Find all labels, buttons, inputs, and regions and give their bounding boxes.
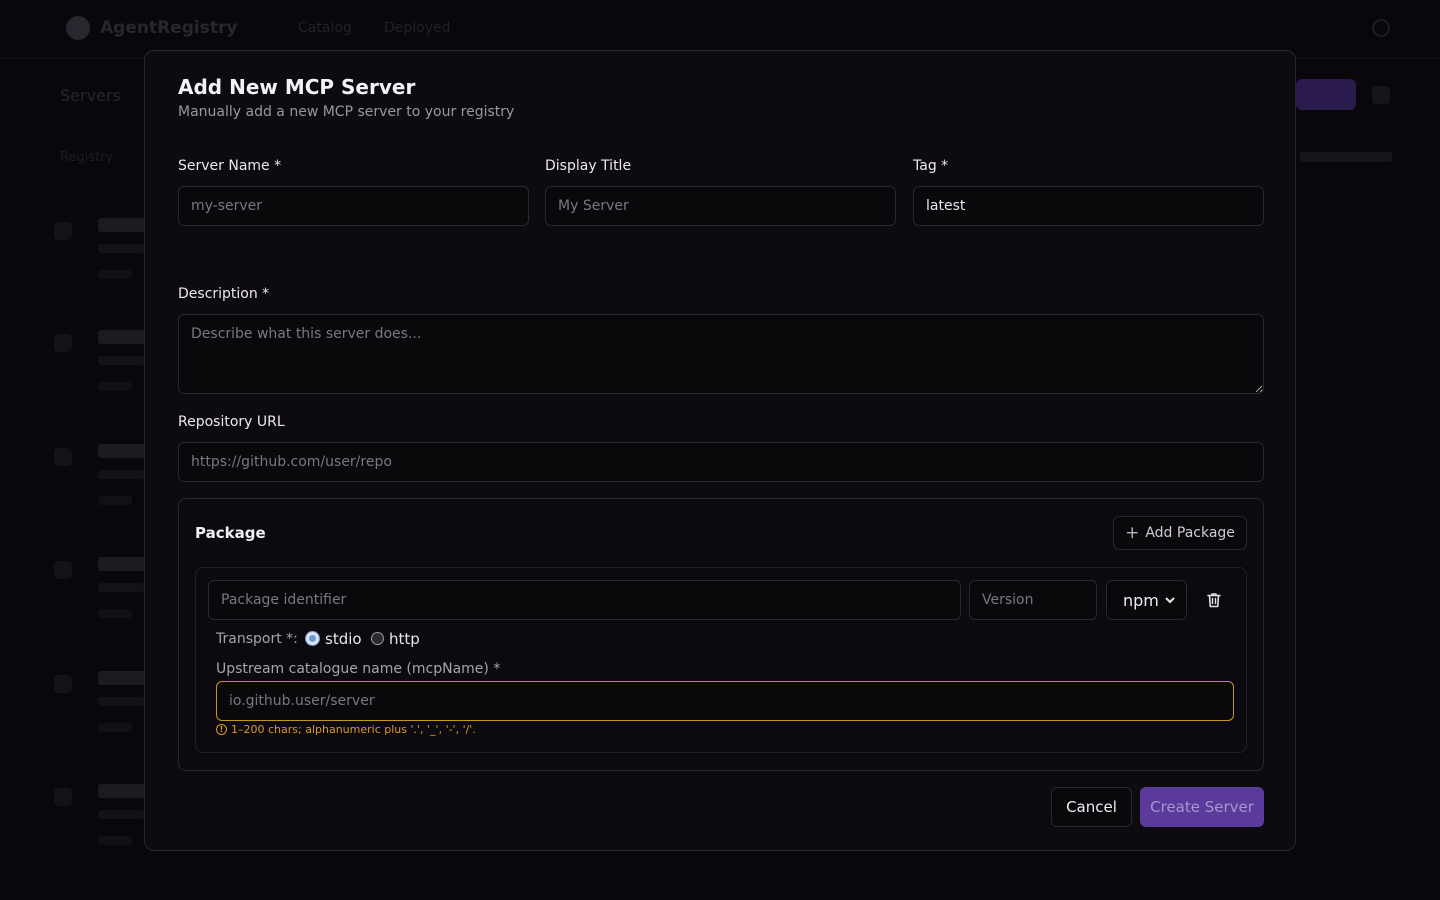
add-package-label: Add Package (1145, 525, 1235, 541)
tag-input[interactable] (913, 186, 1264, 226)
mcp-name-input[interactable] (216, 681, 1234, 721)
transport-stdio-radio[interactable] (306, 632, 319, 645)
list-item[interactable] (54, 784, 148, 864)
package-heading: Package (195, 524, 266, 542)
create-server-button[interactable]: Create Server (1140, 787, 1264, 827)
registry-type-select[interactable]: npm (1106, 580, 1187, 620)
transport-label: Transport *: (216, 631, 298, 647)
mcp-name-hint-text: 1–200 chars; alphanumeric plus '.', '_',… (231, 723, 476, 736)
transport-http-label[interactable]: http (389, 630, 420, 648)
display-title-input[interactable] (545, 186, 896, 226)
more-icon[interactable] (1372, 86, 1390, 104)
add-server-button[interactable] (1296, 79, 1356, 110)
plus-icon: + (1125, 522, 1140, 543)
add-package-button[interactable]: + Add Package (1113, 516, 1247, 550)
list-item[interactable] (54, 671, 148, 751)
page-title: Servers (60, 86, 121, 105)
package-item: npm Transport *: stdio http Upstream cat… (195, 567, 1247, 753)
add-server-dialog: Add New MCP Server Manually add a new MC… (144, 50, 1296, 851)
chevron-down-icon (1165, 597, 1175, 603)
alert-circle-icon: ! (216, 724, 227, 735)
repository-url-input[interactable] (178, 442, 1264, 482)
server-name-label: Server Name * (178, 158, 282, 174)
display-title-label: Display Title (545, 158, 632, 174)
settings-icon[interactable] (1372, 19, 1390, 37)
dialog-title: Add New MCP Server (178, 75, 416, 99)
list-item[interactable] (54, 557, 148, 637)
registry-type-value: npm (1123, 590, 1159, 610)
nav-catalog[interactable]: Catalog (298, 20, 352, 36)
list-item[interactable] (54, 444, 148, 524)
mcp-name-label: Upstream catalogue name (mcpName) * (216, 661, 501, 677)
list-item[interactable] (54, 330, 148, 410)
dialog-subtitle: Manually add a new MCP server to your re… (178, 104, 515, 120)
package-identifier-input[interactable] (208, 580, 961, 620)
description-textarea[interactable] (178, 314, 1264, 394)
mcp-name-hint: ! 1–200 chars; alphanumeric plus '.', '_… (216, 723, 476, 736)
logo-icon (66, 16, 90, 40)
server-name-input[interactable] (178, 186, 529, 226)
tag-label: Tag * (913, 158, 949, 174)
list-item[interactable] (54, 218, 148, 298)
package-section: Package + Add Package npm Transport *: (178, 498, 1264, 771)
page-count (1300, 152, 1392, 162)
package-version-input[interactable] (969, 580, 1097, 620)
transport-stdio-label[interactable]: stdio (325, 630, 362, 648)
nav-deployed[interactable]: Deployed (384, 20, 451, 36)
brand-name: AgentRegistry (100, 18, 238, 38)
transport-http-radio[interactable] (371, 632, 384, 645)
page-subtitle: Registry (60, 150, 114, 165)
cancel-button[interactable]: Cancel (1051, 787, 1132, 827)
description-label: Description * (178, 286, 270, 302)
repository-url-label: Repository URL (178, 414, 285, 430)
trash-icon[interactable] (1204, 590, 1224, 610)
